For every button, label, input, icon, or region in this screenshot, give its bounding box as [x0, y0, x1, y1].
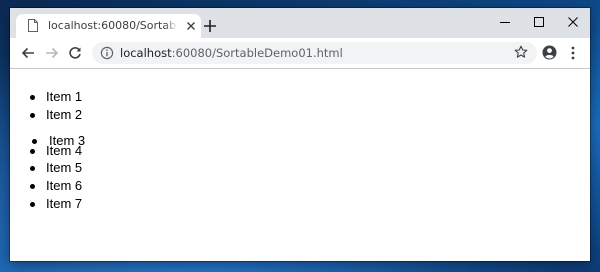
list-bullet [30, 149, 35, 154]
item-label: Item 6 [46, 178, 83, 193]
window-controls [488, 8, 590, 38]
address-bar[interactable]: localhost:60080/SortableDemo01.html [92, 42, 537, 64]
browser-window: localhost:60080/SortableDemo01.html [10, 8, 590, 261]
close-tab-icon[interactable] [184, 19, 198, 33]
list-bullet [30, 184, 35, 189]
forward-icon[interactable] [44, 45, 60, 61]
item-label: Item 4 [46, 143, 83, 158]
page-viewport: Item 1 Item 2 Item 3 Item 4 Item 5 Item … [10, 69, 590, 261]
back-icon[interactable] [20, 45, 36, 61]
browser-toolbar: localhost:60080/SortableDemo01.html [10, 38, 590, 69]
page-icon [28, 19, 38, 32]
url-text: localhost:60080/SortableDemo01.html [120, 46, 343, 60]
close-window-button[interactable] [556, 8, 590, 38]
bookmark-star-icon[interactable] [514, 45, 528, 59]
list-bullet [30, 95, 35, 100]
maximize-icon [534, 17, 544, 27]
new-tab-icon[interactable] [203, 19, 217, 33]
item-label: Item 1 [46, 89, 83, 104]
tab-title-fade [164, 17, 178, 35]
active-tab[interactable]: localhost:60080/SortableDemo01.html [16, 14, 201, 38]
list-bullet [30, 202, 35, 207]
minimize-icon [500, 22, 510, 23]
profile-avatar-icon[interactable] [542, 45, 557, 60]
item-label: Item 2 [46, 107, 83, 122]
tab-title: localhost:60080/SortableDemo01.html [48, 19, 176, 32]
url-host: localhost [120, 46, 172, 60]
list-bullet [32, 139, 37, 144]
menu-kebab-icon[interactable] [570, 46, 576, 60]
maximize-button[interactable] [522, 8, 556, 38]
list-bullet [30, 166, 35, 171]
info-icon[interactable] [100, 46, 114, 60]
reload-icon[interactable] [67, 45, 83, 61]
minimize-button[interactable] [488, 8, 522, 38]
close-window-icon [568, 17, 578, 27]
item-label: Item 5 [46, 160, 83, 175]
list-bullet [30, 113, 35, 118]
url-path: :60080/SortableDemo01.html [171, 46, 343, 60]
item-label: Item 7 [46, 196, 83, 211]
